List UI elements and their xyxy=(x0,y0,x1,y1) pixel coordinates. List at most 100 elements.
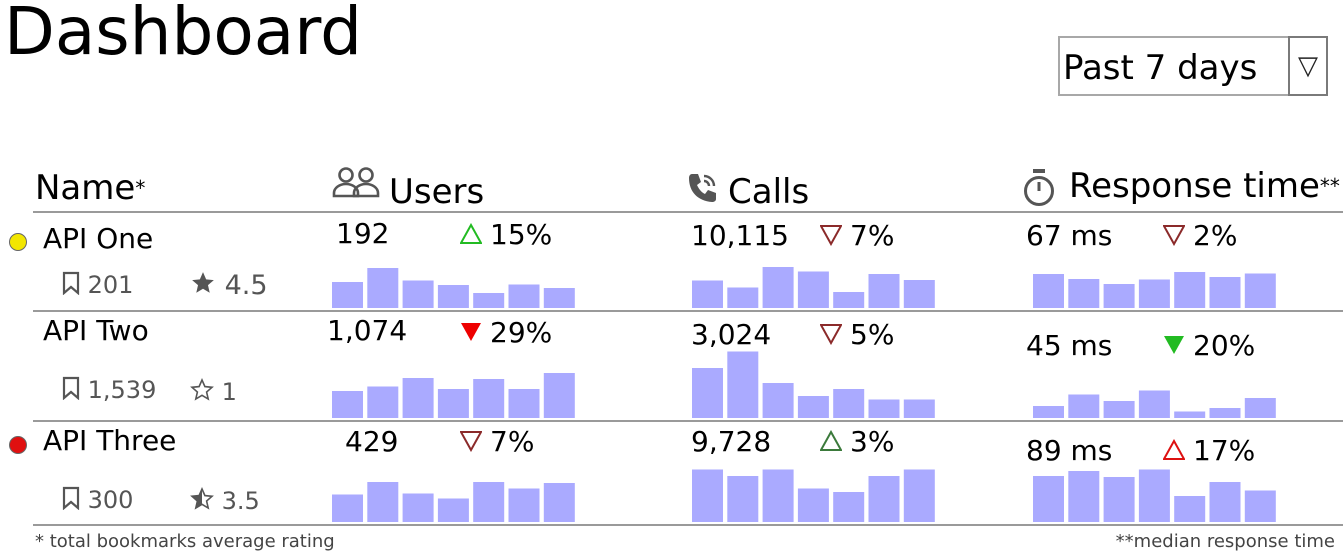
response-time-value: 67 ms xyxy=(1026,219,1113,252)
response-time-delta: 2% xyxy=(1162,219,1237,253)
column-header-users[interactable]: Users xyxy=(389,172,484,212)
sparkline-bar xyxy=(508,284,540,308)
users-value: 192 xyxy=(336,217,390,250)
sparkline-bar xyxy=(868,399,900,418)
sparkline-bar xyxy=(1174,496,1206,522)
sparkline-bar xyxy=(437,285,469,308)
sparkline-bar xyxy=(1103,401,1135,418)
dropdown-triangle-icon[interactable]: ▽ xyxy=(1288,36,1328,96)
header-divider xyxy=(33,211,1343,213)
sparkline-bar xyxy=(833,292,865,308)
trend-down-outline-icon xyxy=(819,225,843,247)
column-header-name-marker: * xyxy=(135,176,146,200)
users-icon xyxy=(332,167,380,198)
sparkline-bar xyxy=(1138,279,1170,308)
sparkline-bar xyxy=(868,274,900,308)
sparkline-bar xyxy=(437,389,469,418)
column-header-calls[interactable]: Calls xyxy=(728,172,809,212)
row-divider xyxy=(33,420,1343,422)
sparkline-bar xyxy=(1244,273,1276,308)
sparkline-bar xyxy=(1068,471,1100,522)
sparkline-bar xyxy=(762,469,794,522)
star-outline-icon xyxy=(190,378,214,401)
trend-up-outline-icon xyxy=(459,222,483,244)
stopwatch-icon xyxy=(1024,169,1054,206)
users-delta: 29% xyxy=(460,316,552,350)
calls-sparkline xyxy=(692,469,935,522)
bookmark-count: 300 xyxy=(62,485,133,515)
users-value: 1,074 xyxy=(327,314,408,347)
trend-up-outline-icon xyxy=(1162,438,1186,460)
sparkline-bar xyxy=(367,268,399,308)
star-half-icon xyxy=(190,487,214,510)
trend-down-outline-icon xyxy=(459,431,483,453)
sparkline-bar xyxy=(1103,477,1135,522)
users-sparkline xyxy=(332,268,575,308)
table-bottom-divider xyxy=(33,524,1343,526)
status-indicator-yellow xyxy=(9,233,27,251)
sparkline-bar xyxy=(1033,476,1064,522)
sparkline-bar xyxy=(367,386,399,418)
sparkline-bar xyxy=(797,488,829,522)
sparkline-bar xyxy=(508,488,540,522)
trend-down-solid-icon xyxy=(461,323,481,341)
sparkline-bar xyxy=(1068,394,1100,418)
sparkline-bar xyxy=(727,287,759,308)
sparkline-bar xyxy=(1209,277,1241,308)
sparkline-bar xyxy=(833,389,865,418)
trend-up-outline-icon xyxy=(819,429,843,451)
api-name[interactable]: API One xyxy=(43,222,153,256)
calls-value: 3,024 xyxy=(691,318,772,351)
sparkline-bar xyxy=(1244,398,1276,418)
sparkline-bar xyxy=(332,391,363,418)
sparkline-bar xyxy=(332,282,363,308)
calls-delta: 5% xyxy=(819,318,894,352)
sparkline-bar xyxy=(1174,411,1206,418)
star-filled-icon xyxy=(192,272,214,293)
sparkline-bar xyxy=(903,399,935,418)
sparkline-bar xyxy=(1103,284,1135,308)
sparkline-bar xyxy=(473,379,505,418)
status-indicator-red xyxy=(9,436,27,454)
sparkline-bar xyxy=(402,280,434,308)
response-time-sparkline xyxy=(1033,390,1276,418)
calls-delta: 3% xyxy=(819,425,894,459)
column-header-response-time-marker: ** xyxy=(1319,174,1340,198)
api-name[interactable]: API Three xyxy=(43,424,176,458)
column-header-response-time[interactable]: Response time** xyxy=(1069,166,1340,206)
sparkline-bar xyxy=(692,280,723,308)
sparkline-bar xyxy=(1174,272,1206,308)
rating: 1 xyxy=(190,377,237,407)
column-header-name[interactable]: Name* xyxy=(35,168,145,208)
phone-icon xyxy=(689,174,716,202)
sparkline-bar xyxy=(727,476,759,522)
sparkline-bar xyxy=(833,492,865,522)
sparkline-bar xyxy=(543,288,575,308)
sparkline-bar xyxy=(1209,408,1241,418)
sparkline-bar xyxy=(797,396,829,418)
calls-sparkline xyxy=(692,351,935,418)
sparkline-bar xyxy=(1138,469,1170,522)
sparkline-bar xyxy=(332,494,363,522)
date-range-select[interactable]: Past 7 days ▽ xyxy=(1058,36,1328,96)
bookmark-count: 1,539 xyxy=(62,375,156,405)
sparkline-bar xyxy=(1138,390,1170,418)
sparkline-bar xyxy=(473,482,505,522)
trend-down-outline-icon xyxy=(819,324,843,346)
sparkline-bar xyxy=(1209,482,1241,522)
users-sparkline xyxy=(332,373,575,418)
users-value: 429 xyxy=(345,425,399,458)
sparkline-bar xyxy=(1033,274,1064,308)
sparkline-bar xyxy=(1244,490,1276,522)
column-header-response-time-label: Response time xyxy=(1069,166,1320,206)
sparkline-bar xyxy=(473,293,505,308)
api-name[interactable]: API Two xyxy=(43,314,149,348)
page-title: Dashboard xyxy=(4,0,363,70)
trend-down-outline-icon xyxy=(1162,225,1186,247)
calls-sparkline xyxy=(692,267,935,308)
sparkline-bar xyxy=(437,498,469,522)
footnote-bookmarks-rating: * total bookmarks average rating xyxy=(35,531,335,552)
sparkline-bar xyxy=(508,389,540,418)
column-header-name-label: Name xyxy=(35,168,136,208)
sparkline-bar xyxy=(1033,406,1064,418)
